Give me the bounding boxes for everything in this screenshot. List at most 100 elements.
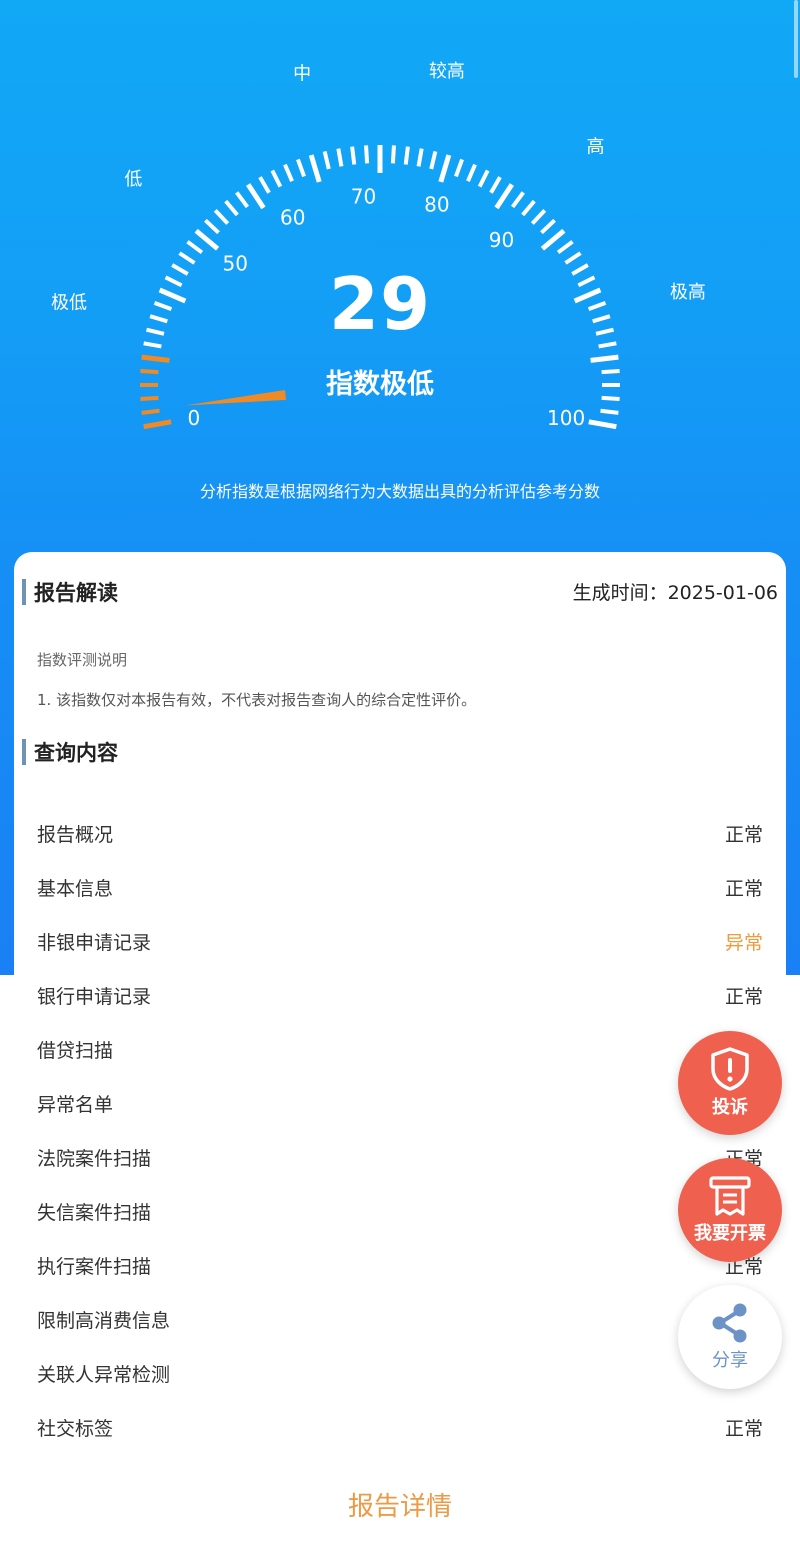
query-item-related-person-check[interactable]: 关联人异常检测 [37,1360,763,1390]
report-detail-link[interactable]: 报告详情 [0,1486,800,1523]
gauge-zone-label: 极低 [51,293,87,314]
gauge-tick [587,301,607,311]
query-item-court-cases[interactable]: 法院案件扫描 正常 [37,1144,763,1174]
gauge-tick [194,228,220,251]
gauge-tick [592,314,611,324]
generated-time: 生成时间：2025-01-06 [573,578,778,605]
gauge-tick [140,395,159,401]
report-section-title: 报告解读 [34,581,118,605]
gauge-tick [178,251,196,265]
gauge-tick [573,287,602,304]
query-item-consumption-restriction[interactable]: 限制高消费信息 [37,1306,763,1336]
gauge-tick [186,240,204,255]
gauge-tick [308,154,322,183]
gauge-tick [600,408,619,415]
query-item-name: 基本信息 [37,878,114,900]
query-item-name: 异常名单 [37,1094,114,1116]
gauge-zone-label: 低 [124,169,142,190]
index-description-title: 指数评测说明 [37,651,128,669]
gauge-tick [588,419,617,430]
score-explanation: 分析指数是根据网络行为大数据出具的分析评估参考分数 [199,482,600,501]
query-item-name: 非银申请记录 [37,932,152,954]
gauge-tick [390,145,396,164]
query-item-status: 正常 [724,986,763,1008]
query-item-basic-info[interactable]: 基本信息 正常 [37,874,763,904]
invoice-icon [709,1176,751,1216]
query-item-abnormal-list[interactable]: 异常名单 [37,1090,763,1120]
gauge-tick [556,240,574,255]
query-item-social-tags[interactable]: 社交标签 正常 [37,1414,763,1444]
query-item-loan-scan[interactable]: 借贷扫描 [37,1036,763,1066]
complaint-button[interactable]: 投诉 [678,1031,782,1135]
share-label: 分享 [712,1350,748,1371]
query-item-name: 执行案件扫描 [37,1256,152,1278]
gauge-zone-label: 极高 [670,282,706,303]
share-icon [712,1303,747,1343]
gauge-tick [164,275,183,288]
query-item-enforcement-cases[interactable]: 执行案件扫描 正常 [37,1252,763,1282]
query-item-name: 关联人异常检测 [37,1364,171,1386]
invoice-label: 我要开票 [694,1223,766,1244]
query-item-status: 正常 [724,878,763,900]
gauge-tick [143,341,162,349]
gauge-tick [322,151,331,170]
query-item-nonbank-applications[interactable]: 非银申请记录 异常 [37,928,763,958]
gauge-tick-label: 0 [188,406,201,430]
gauge-tick-label: 70 [351,185,376,209]
query-item-status: 异常 [724,932,763,954]
gauge-tick [590,354,619,363]
query-section-header: 查询内容 [22,737,118,767]
query-item-dishonesty-cases[interactable]: 失信案件扫描 [37,1198,763,1228]
invoice-button[interactable]: 我要开票 [678,1158,782,1262]
gauge-tick [146,327,165,336]
gauge-tick [489,176,502,194]
gauge-tick [350,146,357,165]
share-button[interactable]: 分享 [678,1285,782,1389]
generated-time-label: 生成时间： [572,582,668,604]
query-item-name: 社交标签 [37,1418,114,1440]
gauge-tick [204,218,220,235]
gauge-tick [141,354,170,363]
gauge-tick [571,263,589,276]
index-description-text: 1. 该指数仅对本报告有效，不代表对报告查询人的综合定性评价。 [37,691,477,709]
section-accent-bar [22,579,26,605]
query-item-status: 正常 [724,824,763,846]
gauge-tick [598,341,617,349]
gauge-tick-label: 90 [489,228,514,252]
gauge-tick [270,169,283,188]
gauge-tick [454,158,464,178]
gauge-tick [595,327,614,336]
gauge-tick [601,395,620,401]
gauge-tick [258,176,271,194]
query-item-name: 限制高消费信息 [37,1310,171,1332]
gauge-tick [577,275,596,288]
gauge-tick [416,148,424,167]
report-section-header: 报告解读 [22,577,118,607]
gauge-tick [466,163,477,182]
query-item-report-overview[interactable]: 报告概况 正常 [37,820,763,850]
gauge-tick [153,301,173,311]
gauge-tick [364,145,370,164]
complaint-label: 投诉 [712,1097,748,1118]
gauge-tick [213,209,230,225]
query-item-name: 报告概况 [37,824,114,846]
gauge-tick [140,369,159,375]
gauge-tick-label: 50 [222,252,247,276]
gauge-tick [283,163,294,182]
gauge-tick [171,263,189,276]
query-item-name: 银行申请记录 [37,986,152,1008]
gauge-tick [296,158,306,178]
query-item-bank-applications[interactable]: 银行申请记录 正常 [37,982,763,1012]
gauge-tick [477,169,490,188]
gauge-tick [530,209,547,225]
gauge-tick [235,191,250,209]
gauge-needle [185,389,287,406]
gauge-tick [143,419,172,430]
score-value: 29 [328,262,432,346]
query-item-name: 借贷扫描 [37,1040,114,1062]
gauge-tick [149,314,168,324]
score-level-label: 指数极低 [326,369,434,400]
gauge-tick [540,218,556,235]
query-item-status: 正常 [724,1418,763,1440]
gauge-tick-label: 80 [424,193,449,217]
